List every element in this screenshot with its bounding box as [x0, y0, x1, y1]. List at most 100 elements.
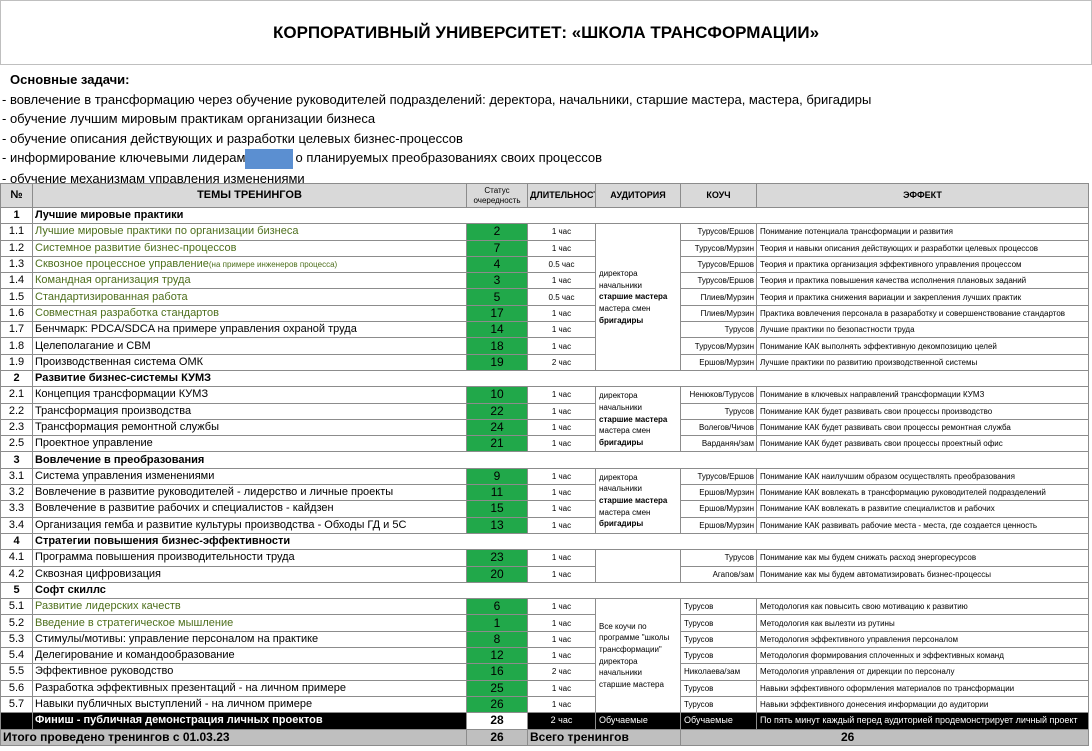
table-row: 3.4 Организация гемба и развитие культуры…	[0, 516, 1089, 534]
table-cell: 1 час	[527, 598, 596, 616]
table-cell: 2.3	[0, 418, 33, 437]
table-cell: Турусов	[680, 630, 757, 649]
table-cell: 1.8	[0, 337, 33, 355]
table-cell: Трансформация производства	[32, 402, 467, 420]
table-cell: Понимание потенциала трансформации и раз…	[756, 223, 1089, 241]
table-cell: 3.3	[0, 500, 33, 518]
table-cell: Производственная система ОМК	[32, 353, 467, 371]
table-cell: Программа повышения производительности т…	[32, 549, 467, 567]
table-cell: Методология эффективного управления перс…	[756, 630, 1089, 649]
table-cell: 17	[466, 304, 528, 323]
table-cell: Плиев/Мурзин	[680, 304, 757, 323]
table-cell: Система управления изменениями	[32, 467, 467, 486]
table-row: 4.1 Программа повышения производительност…	[0, 549, 1089, 583]
table-cell: 9	[466, 467, 528, 486]
table-row: 2.2 Трансформация производства 22 1 час Туру…	[0, 402, 1089, 420]
table-cell: Турусов	[680, 321, 757, 339]
table-cell: 5	[466, 288, 528, 306]
audience-cell: директора начальники старшие мастера мастер…	[595, 467, 681, 534]
table-cell: 26	[466, 695, 528, 714]
table-cell: Ершов/Мурзин	[680, 353, 757, 371]
table-cell: Стратегии повышения бизнес-эффективности	[32, 532, 1089, 551]
table-row: 1.8 Целеполагание и CBM 18 1 час Турусов/Мур…	[0, 337, 1089, 355]
table-cell: Проектное управление	[32, 435, 467, 453]
table-cell: 15	[466, 500, 528, 518]
table-cell: Турусов/Ершов	[680, 255, 757, 274]
table-cell: 1.4	[0, 272, 33, 290]
table-cell: 5.7	[0, 695, 33, 714]
table-cell: 18	[466, 337, 528, 355]
table-cell: 7	[466, 239, 528, 257]
table-cell: 1 час	[527, 223, 596, 241]
table-cell	[595, 549, 681, 583]
table-row: 1.5 Стандартизированная работа 5 0.5 час Пли…	[0, 288, 1089, 306]
section-row: 3 Вовлечение в преобразования	[0, 451, 1089, 469]
table-cell: 1 час	[527, 239, 596, 257]
table-cell: 5.4	[0, 647, 33, 665]
tasks-block: Основные задачи: - вовлечение в трансфор…	[2, 70, 1087, 188]
table-cell: 1 час	[527, 679, 596, 697]
table-cell: 23	[466, 549, 528, 567]
header-status: Статус очередность	[466, 183, 528, 208]
audience-cell: директора начальники старшие мастера мастер…	[595, 223, 681, 371]
table-cell: Турусов	[680, 402, 757, 420]
table-cell: 10	[466, 386, 528, 404]
table-cell: 26	[466, 728, 528, 746]
table-cell: Стандартизированная работа	[32, 288, 467, 306]
table-cell: Теория и навыки описания действующих и р…	[756, 239, 1089, 257]
table-cell: 1 час	[527, 321, 596, 339]
table-cell: Командная организация труда	[32, 272, 467, 290]
table-cell: 2 час	[527, 712, 596, 730]
table-cell: 16	[466, 663, 528, 681]
header-topic: ТЕМЫ ТРЕНИНГОВ	[32, 183, 467, 208]
table-cell: Методология формирования сплоченных и эф…	[756, 647, 1089, 665]
table-cell: 12	[466, 647, 528, 665]
table-cell: Вовлечение в преобразования	[32, 451, 1089, 469]
table-cell: Варданян/зам	[680, 435, 757, 453]
section-row: 2 Развитие бизнес-системы КУМЗ	[0, 369, 1089, 388]
table-cell: Итого проведено тренингов с 01.03.23	[0, 728, 467, 746]
table-cell: Понимание как мы будем автоматизировать …	[756, 565, 1089, 583]
table-cell: 2.1	[0, 386, 33, 404]
table-cell: Концепция трансформации КУМЗ	[32, 386, 467, 404]
table-cell: 5.2	[0, 614, 33, 632]
table-cell: 3.1	[0, 467, 33, 486]
table-cell: Турусов	[680, 647, 757, 665]
table-cell: 3.4	[0, 516, 33, 534]
table-cell: 1.7	[0, 321, 33, 339]
table-cell: 24	[466, 418, 528, 437]
table-row: 1.7 Бенчмарк: PDCA/SDCA на примере управл…	[0, 321, 1089, 339]
table-cell: Ершов/Мурзин	[680, 516, 757, 534]
table-cell: 13	[466, 516, 528, 534]
table-cell: Развитие лидерских качеств	[32, 598, 467, 616]
table-cell: Бенчмарк: PDCA/SDCA на примере управлени…	[32, 321, 467, 339]
table-row: 5.1 Развитие лидерских качеств 6 1 час Все …	[0, 598, 1089, 714]
table-cell: Турусов/Мурзин	[680, 239, 757, 257]
table-cell: 3	[0, 451, 33, 469]
table-cell: 3.2	[0, 484, 33, 502]
table-cell: 20	[466, 565, 528, 583]
finish-row: Финиш - публичная демонстрация личных пр…	[0, 712, 1089, 730]
table-cell: 1 час	[527, 549, 596, 567]
table-cell: 1 час	[527, 337, 596, 355]
table-row: 5.7 Навыки публичных выступлений - на лич…	[0, 695, 1089, 714]
table-cell: Турусов	[680, 695, 757, 714]
table-cell: 1.6	[0, 304, 33, 323]
table-cell: 0.5 час	[527, 288, 596, 306]
header-duration: ДЛИТЕЛЬНОСТЬ	[527, 183, 596, 208]
table-cell: Организация гемба и развитие культуры пр…	[32, 516, 467, 534]
table-cell: Вовлечение в развитие руководителей - ли…	[32, 484, 467, 502]
table-cell: Методология как вылезти из рутины	[756, 614, 1089, 632]
header-effect: ЭФФЕКТ	[756, 183, 1089, 208]
table-cell: Лучшие мировые практики по организации б…	[32, 223, 467, 241]
table-cell: 4.2	[0, 565, 33, 583]
table-cell: 14	[466, 321, 528, 339]
table-cell: Навыки эффективного донесения информации…	[756, 695, 1089, 714]
table-header: № ТЕМЫ ТРЕНИНГОВ Статус очередность ДЛИТ…	[0, 183, 1089, 208]
table-cell: Сквозная цифровизация	[32, 565, 467, 583]
table-row: 2.5 Проектное управление 21 1 час Варданян/з…	[0, 435, 1089, 453]
table-cell: Совместная разработка стандартов	[32, 304, 467, 323]
table-cell: По пять минут каждый перед аудиторией пр…	[756, 712, 1089, 730]
table-cell: 1 час	[527, 630, 596, 649]
table-cell: 6	[466, 598, 528, 616]
